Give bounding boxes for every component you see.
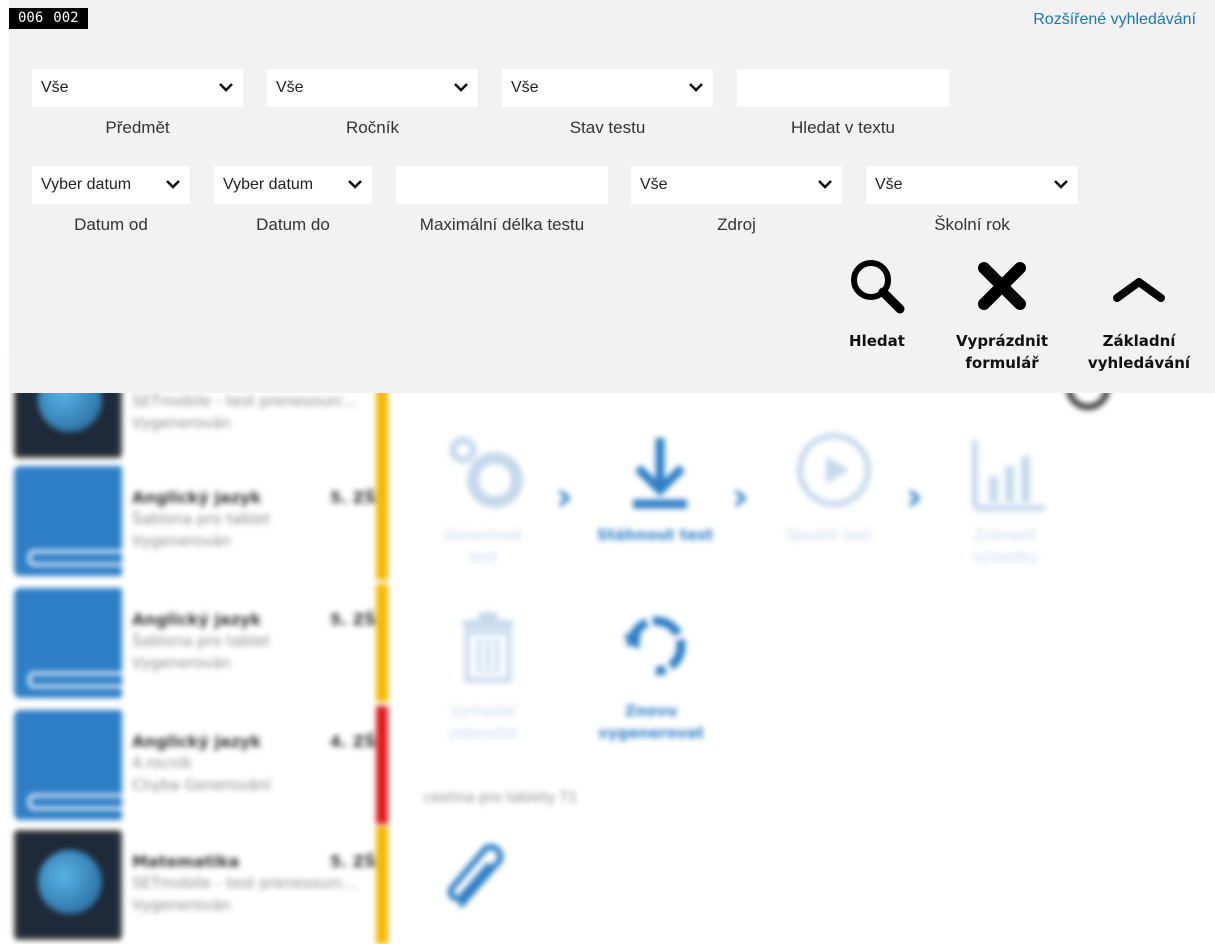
list-item-subject: Anglický jazyk: [132, 732, 261, 751]
book-thumbnail-icon: [14, 710, 124, 820]
source-select[interactable]: Vše: [631, 166, 842, 204]
max-length-input[interactable]: [396, 166, 608, 204]
list-item-status: Chyba Generování: [132, 776, 271, 794]
search-icon: [851, 260, 905, 314]
bar-chart-icon: [972, 440, 1045, 511]
chevron-down-icon: [348, 180, 362, 189]
list-item-subject: Matematika: [132, 852, 240, 871]
grade-label: Ročník: [346, 118, 399, 137]
download-icon: [633, 438, 687, 509]
chevron-down-icon: [689, 83, 703, 92]
list-item-grade: 5. ZŠ: [330, 610, 376, 629]
test-state-select[interactable]: Vše: [502, 69, 713, 107]
paperclip-icon[interactable]: [440, 840, 520, 912]
book-thumbnail-icon: [14, 466, 124, 576]
counter-badge: 006 002: [9, 8, 88, 29]
basic-search-label: Základní vyhledávání: [1087, 332, 1191, 372]
list-item-grade: 5. ZŠ: [330, 488, 376, 507]
max-length-label: Maximální délka testu: [419, 215, 585, 234]
list-item-status: Vygenerován: [132, 654, 231, 672]
gear-icon: [449, 436, 523, 508]
list-item[interactable]: Anglický jazyk 5. ZŠ Šablona pro tablet …: [10, 584, 390, 702]
search-text-label: Hledat v textu: [791, 118, 895, 137]
school-year-select[interactable]: Vše: [866, 166, 1078, 204]
list-item-grade: 4. ZŠ: [330, 732, 376, 751]
counter-value-2: 002: [53, 10, 79, 26]
chevron-down-icon: [166, 180, 180, 189]
refresh-icon: [623, 616, 686, 676]
list-item[interactable]: Matematika 5. ZŠ SETmobile - test prenes…: [10, 826, 390, 944]
download-test-button[interactable]: Stáhnout test: [597, 430, 720, 546]
list-item-description: SETmobile - test prenesourc...: [132, 874, 358, 892]
basic-search-button[interactable]: Základní vyhledávání: [1079, 256, 1199, 374]
play-icon: [797, 433, 871, 507]
run-test-button[interactable]: Spustit test: [774, 430, 894, 546]
advanced-search-link[interactable]: Rozšířené vyhledávání: [1033, 11, 1196, 29]
date-to-select[interactable]: Vyber datum: [214, 166, 372, 204]
status-bar: [376, 826, 388, 944]
search-button[interactable]: Hledat: [831, 256, 923, 352]
globe-thumbnail-icon: [14, 830, 122, 940]
chevron-right-icon: ›: [732, 474, 749, 520]
clear-form-label: Vyprázdnit formulář: [955, 332, 1049, 372]
list-item-status: Vygenerován: [132, 896, 231, 914]
list-item-description: Šablona pro tablet: [132, 632, 271, 650]
list-item-status: Vygenerován: [132, 414, 231, 432]
status-bar: [376, 584, 388, 702]
search-button-label: Hledat: [849, 332, 905, 350]
date-to-label: Datum do: [256, 215, 330, 234]
list-item-description: 4.rocnik: [132, 754, 192, 772]
list-item-grade: 5. ZŠ: [330, 852, 376, 871]
close-icon: [978, 262, 1026, 310]
delete-answers-button[interactable]: Vymazat odpovědi: [428, 606, 548, 744]
source-label: Zdroj: [717, 215, 756, 234]
chevron-right-icon: ›: [906, 474, 923, 520]
status-bar: [376, 706, 388, 824]
clear-form-button[interactable]: Vyprázdnit formulář: [947, 256, 1057, 374]
list-item-status: Vygenerován: [132, 532, 231, 550]
status-bar: [376, 462, 388, 580]
list-item[interactable]: Anglický jazyk 5. ZŠ Šablona pro tablet …: [10, 462, 390, 580]
date-from-label: Datum od: [74, 215, 148, 234]
chevron-down-icon: [1054, 180, 1068, 189]
search-panel: 006 002 Rozšířené vyhledávání Vše Předmět…: [9, 0, 1215, 393]
list-item-subject: Anglický jazyk: [132, 488, 261, 507]
chevron-up-icon: [1113, 278, 1165, 302]
list-item-description: SETmobile - test prenesourc...: [132, 392, 358, 410]
subject-select[interactable]: Vše: [32, 69, 243, 107]
chevron-down-icon: [219, 83, 233, 92]
search-text-input[interactable]: [737, 69, 949, 107]
grade-select[interactable]: Vše: [267, 69, 478, 107]
test-name: cestina pro tablety T1: [424, 790, 578, 806]
test-state-label: Stav testu: [569, 118, 646, 137]
date-from-select[interactable]: Vyber datum: [32, 166, 190, 204]
chevron-right-icon: ›: [556, 474, 573, 520]
chevron-down-icon: [818, 180, 832, 189]
list-item-description: Šablona pro tablet: [132, 510, 271, 528]
trash-icon: [463, 612, 513, 683]
book-thumbnail-icon: [14, 588, 124, 698]
regenerate-button[interactable]: Znovu vygenerovat: [596, 606, 716, 744]
show-results-button[interactable]: Zobrazit výsledky: [950, 430, 1070, 568]
list-item[interactable]: Anglický jazyk 4. ZŠ 4.rocnik Chyba Gene…: [10, 706, 390, 824]
chevron-down-icon: [454, 83, 468, 92]
counter-value-1: 006: [18, 10, 44, 26]
school-year-label: Školní rok: [934, 215, 1010, 234]
subject-label: Předmět: [105, 118, 170, 137]
generate-test-button[interactable]: Generovat test: [428, 430, 548, 568]
list-item-subject: Anglický jazyk: [132, 610, 261, 629]
